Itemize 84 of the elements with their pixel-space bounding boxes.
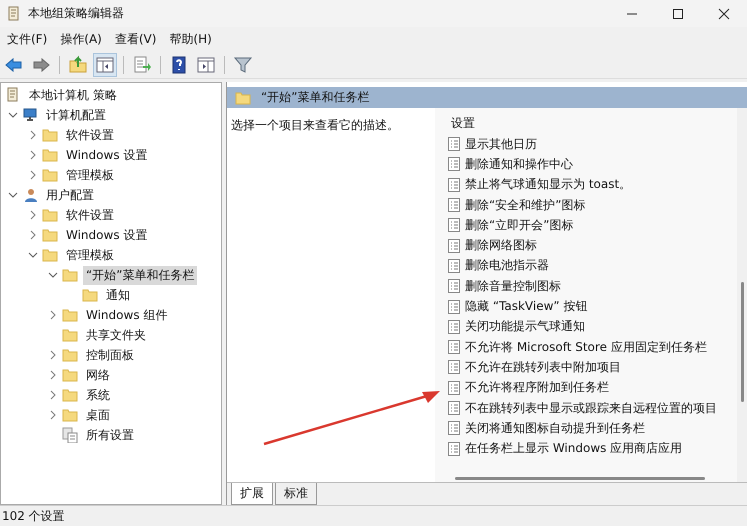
tree-item[interactable]: 系统 [83, 386, 113, 404]
window-title: 本地组策略编辑器 [28, 5, 125, 22]
policy-document-icon [447, 238, 461, 254]
chevron-down-icon[interactable] [8, 190, 18, 200]
folder-icon [42, 167, 60, 183]
setting-item[interactable]: 删除通知和操作中心 [465, 156, 573, 173]
folder-icon [62, 347, 80, 363]
tree-item[interactable]: 桌面 [83, 406, 113, 424]
folder-icon [62, 307, 80, 323]
settings-list-icon [62, 427, 80, 443]
policy-document-icon [447, 278, 461, 294]
pane-layout-icon[interactable] [93, 52, 117, 76]
tab[interactable]: 扩展 [231, 483, 273, 505]
policy-document-icon [447, 258, 461, 274]
policy-document-icon [447, 217, 461, 234]
tree-item[interactable]: 软件设置 [63, 206, 117, 224]
policy-document-icon [447, 136, 461, 152]
policy-document-icon [447, 359, 461, 376]
tree-item[interactable]: 软件设置 [63, 126, 117, 144]
folder-icon [42, 147, 60, 163]
folder-icon [62, 387, 80, 403]
column-header[interactable]: 设置 [447, 112, 737, 134]
tree-item[interactable]: 管理模板 [63, 166, 117, 184]
setting-item[interactable]: 删除网络图标 [465, 237, 537, 254]
policy-document-icon [447, 197, 461, 214]
policy-document-icon [447, 176, 461, 193]
folder-icon [42, 207, 60, 223]
tree-item[interactable]: Windows 设置 [63, 226, 150, 244]
header-title: “开始”菜单和任务栏 [261, 89, 370, 106]
tree-item[interactable]: 控制面板 [83, 346, 137, 364]
setting-item[interactable]: 在任务栏上显示 Windows 应用商店应用 [465, 440, 682, 458]
user-icon [22, 187, 40, 203]
tree-item[interactable]: 共享文件夹 [83, 326, 149, 344]
setting-item[interactable]: 禁止将气球通知显示为 toast。 [465, 176, 632, 194]
setting-item[interactable]: 不允许将程序附加到任务栏 [465, 379, 609, 396]
tree-item[interactable]: “开始”菜单和任务栏 [83, 266, 198, 284]
tree-item[interactable]: 本地计算机 策略 [26, 86, 120, 104]
setting-item[interactable]: 删除“立即开会”图标 [465, 216, 574, 234]
folder-icon [235, 90, 253, 106]
menu-item[interactable]: 操作(A) [60, 30, 102, 48]
scrollbar-thumb[interactable] [741, 282, 744, 402]
setting-item[interactable]: 删除电池指示器 [465, 257, 549, 274]
setting-item[interactable]: 关闭将通知图标自动提升到任务栏 [465, 420, 645, 437]
setting-item[interactable]: 不允许将 Microsoft Store 应用固定到任务栏 [465, 338, 707, 356]
setting-item[interactable]: 不在跳转列表中显示或跟踪来自远程位置的项目 [465, 400, 717, 416]
folder-icon [62, 367, 80, 383]
folder-icon [42, 227, 60, 243]
policy-document-icon [447, 400, 461, 416]
setting-item[interactable]: 删除音量控制图标 [465, 278, 561, 295]
chevron-right-icon[interactable] [48, 310, 58, 320]
tree-item[interactable]: 管理模板 [63, 246, 117, 264]
policy-document-icon [447, 156, 461, 172]
folder-icon [42, 247, 60, 263]
menu-item[interactable]: 文件(F) [7, 30, 48, 48]
scrollbar-thumb[interactable] [455, 477, 705, 480]
setting-item[interactable]: 显示其他日历 [465, 136, 537, 153]
folder-icon [42, 127, 60, 143]
policy-document-icon [447, 318, 461, 335]
folder-icon [62, 267, 80, 283]
policy-document-icon [447, 380, 461, 396]
chevron-down-icon[interactable] [8, 110, 18, 120]
setting-item[interactable]: 不允许在跳转列表中附加项目 [465, 358, 621, 376]
setting-item[interactable]: 隐藏 “TaskView” 按钮 [465, 298, 588, 316]
tree-item[interactable]: 网络 [83, 366, 113, 384]
setting-item[interactable]: 关闭功能提示气球通知 [465, 318, 585, 336]
tree-item[interactable]: Windows 设置 [63, 146, 150, 164]
folder-icon [62, 327, 80, 343]
status-bar: 102 个设置 [0, 505, 747, 526]
tree-item[interactable]: 计算机配置 [43, 106, 109, 124]
folder-icon [82, 287, 100, 303]
policy-document-icon [447, 339, 461, 356]
menu-item[interactable]: 帮助(H) [169, 30, 212, 48]
setting-item[interactable]: 删除“安全和维护”图标 [465, 196, 586, 214]
policy-document-icon [447, 420, 461, 436]
tab[interactable]: 标准 [275, 483, 317, 505]
policy-document-icon [447, 298, 461, 315]
tree-item[interactable]: Windows 组件 [83, 306, 170, 324]
tree-item[interactable]: 用户配置 [43, 186, 97, 204]
tree-item[interactable]: 通知 [103, 286, 133, 304]
menu-item[interactable]: 查看(V) [114, 30, 156, 48]
description-text: 选择一个项目来查看它的描述。 [230, 117, 400, 134]
folder-icon [62, 407, 80, 423]
policy-document-icon [447, 440, 461, 457]
tree-item[interactable]: 所有设置 [83, 426, 137, 444]
